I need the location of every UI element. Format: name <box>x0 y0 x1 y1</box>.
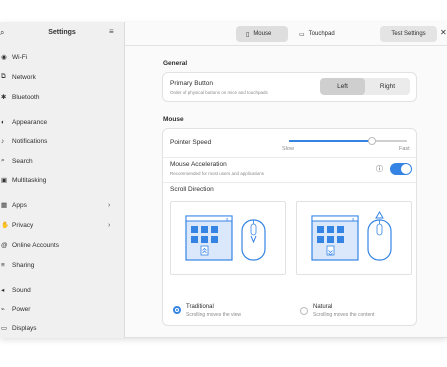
sidebar-item-label: Online Accounts <box>12 241 59 249</box>
sidebar-item-label: Appearance <box>12 118 48 126</box>
sidebar-item-sound[interactable]: ◂ Sound <box>0 282 125 298</box>
sidebar-item-label: Privacy <box>12 221 34 229</box>
bell-icon: ♪ <box>1 137 5 145</box>
header-bar: ▯ Mouse ▭ Touchpad Test Settings ✕ <box>125 22 447 46</box>
sidebar-item-sharing[interactable]: ≡ Sharing <box>0 257 125 273</box>
display-icon: ▭ <box>1 325 8 332</box>
sidebar-item-multitasking[interactable]: ▣ Multitasking <box>0 172 125 188</box>
sidebar-item-notifications[interactable]: ♪ Notifications <box>0 133 125 149</box>
traditional-illustration[interactable]: x <box>170 201 286 275</box>
sidebar-item-label: Apps <box>12 201 27 209</box>
sidebar-item-power[interactable]: ⌁ Power <box>0 301 125 317</box>
natural-illustration[interactable]: x <box>296 201 412 275</box>
traditional-radio[interactable] <box>173 306 181 314</box>
mouse-settings-card: Pointer Speed Slow Fast Mouse Accelerati… <box>162 128 417 326</box>
hamburger-menu-icon[interactable]: ≡ <box>109 27 114 36</box>
natural-option-subtitle: Scrolling moves the content <box>313 312 375 318</box>
sidebar-item-label: Sharing <box>12 261 35 269</box>
natural-radio[interactable] <box>300 307 308 315</box>
sidebar-item-label: Wi-Fi <box>12 53 28 61</box>
sidebar-item-label: Search <box>12 157 33 165</box>
primary-button-title: Primary Button <box>170 80 213 87</box>
multitasking-icon: ▣ <box>1 177 8 184</box>
natural-option-title: Natural <box>313 304 333 310</box>
tab-label: Mouse <box>253 31 272 37</box>
section-title-general: General <box>163 60 188 67</box>
at-icon: @ <box>1 241 8 249</box>
primary-button-subtitle: Order of physical buttons on mice and to… <box>170 90 268 95</box>
traditional-option-subtitle: Scrolling moves the view <box>186 312 242 318</box>
tab-label: Touchpad <box>308 31 335 37</box>
acceleration-title: Mouse Acceleration <box>170 161 227 168</box>
slider-knob[interactable] <box>367 137 376 145</box>
natural-illustration-svg: x <box>311 211 392 261</box>
touchpad-icon: ▭ <box>299 31 305 38</box>
search-icon: ⌕ <box>1 157 5 164</box>
tab-mouse[interactable]: ▯ Mouse <box>236 26 288 42</box>
power-icon: ⌁ <box>1 306 5 313</box>
acceleration-subtitle: Recommended for most users and applicati… <box>170 171 265 176</box>
sidebar-title: Settings <box>48 29 76 36</box>
sidebar-item-label: Multitasking <box>12 176 47 184</box>
tab-touchpad[interactable]: ▭ Touchpad <box>289 26 355 42</box>
sidebar-item-wifi[interactable]: ◉ Wi-Fi <box>0 49 125 65</box>
info-icon[interactable]: ⓘ <box>376 164 383 174</box>
section-title-mouse: Mouse <box>163 116 184 123</box>
chevron-right-icon: › <box>108 221 111 229</box>
chevron-right-icon: › <box>108 201 111 209</box>
sidebar-item-label: Bluetooth <box>12 93 40 101</box>
slider-min-label: Slow <box>282 146 294 152</box>
sidebar-item-privacy[interactable]: ✋ Privacy › <box>0 217 125 233</box>
right-option-button[interactable]: Right <box>365 78 410 95</box>
sidebar-header: ⌕ Settings ≡ <box>0 22 124 46</box>
sidebar-item-label: Network <box>12 73 36 81</box>
sidebar-item-label: Displays <box>12 324 37 332</box>
primary-button-card: Primary Button Order of physical buttons… <box>162 72 417 102</box>
sidebar-item-label: Notifications <box>12 137 48 145</box>
sidebar-item-search[interactable]: ⌕ Search <box>0 153 125 169</box>
sidebar-item-apps[interactable]: ▦ Apps › <box>0 197 125 213</box>
traditional-option-title: Traditional <box>186 304 214 310</box>
appearance-icon: ◐ <box>1 118 5 126</box>
close-icon[interactable]: ✕ <box>440 28 447 37</box>
sidebar-item-appearance[interactable]: ◐ Appearance <box>0 114 125 130</box>
mouse-icon: ▯ <box>246 31 250 38</box>
slider-fill <box>289 140 372 142</box>
sidebar-item-bluetooth[interactable]: ✱ Bluetooth <box>0 89 125 105</box>
sidebar-item-network[interactable]: ⧉ Network <box>0 69 125 85</box>
network-icon: ⧉ <box>1 73 6 80</box>
apps-icon: ▦ <box>1 202 8 209</box>
slider-max-label: Fast <box>399 146 410 152</box>
sidebar-item-label: Sound <box>12 286 31 294</box>
speaker-icon: ◂ <box>1 287 5 294</box>
primary-button-selector: Left Right <box>320 78 410 95</box>
sidebar: ⌕ Settings ≡ ◉ Wi-Fi ⧉ Network ✱ Bluetoo… <box>0 22 125 338</box>
wifi-icon: ◉ <box>1 54 7 61</box>
test-settings-button[interactable]: Test Settings <box>380 26 437 42</box>
acceleration-toggle[interactable] <box>390 163 412 175</box>
sidebar-item-online-accounts[interactable]: @ Online Accounts <box>0 237 125 253</box>
scroll-direction-title: Scroll Direction <box>170 186 214 193</box>
left-option-button[interactable]: Left <box>320 78 365 95</box>
hand-icon: ✋ <box>1 222 10 229</box>
divider <box>163 157 416 158</box>
bluetooth-icon: ✱ <box>1 94 7 101</box>
pointer-speed-title: Pointer Speed <box>170 139 212 146</box>
traditional-illustration-svg: x <box>185 215 266 261</box>
sidebar-item-displays[interactable]: ▭ Displays <box>0 320 125 336</box>
divider <box>163 182 416 183</box>
toggle-knob <box>401 164 411 174</box>
share-icon: ≡ <box>1 261 5 269</box>
sidebar-item-label: Power <box>12 305 31 313</box>
settings-window: ⌕ Settings ≡ ◉ Wi-Fi ⧉ Network ✱ Bluetoo… <box>0 22 447 338</box>
